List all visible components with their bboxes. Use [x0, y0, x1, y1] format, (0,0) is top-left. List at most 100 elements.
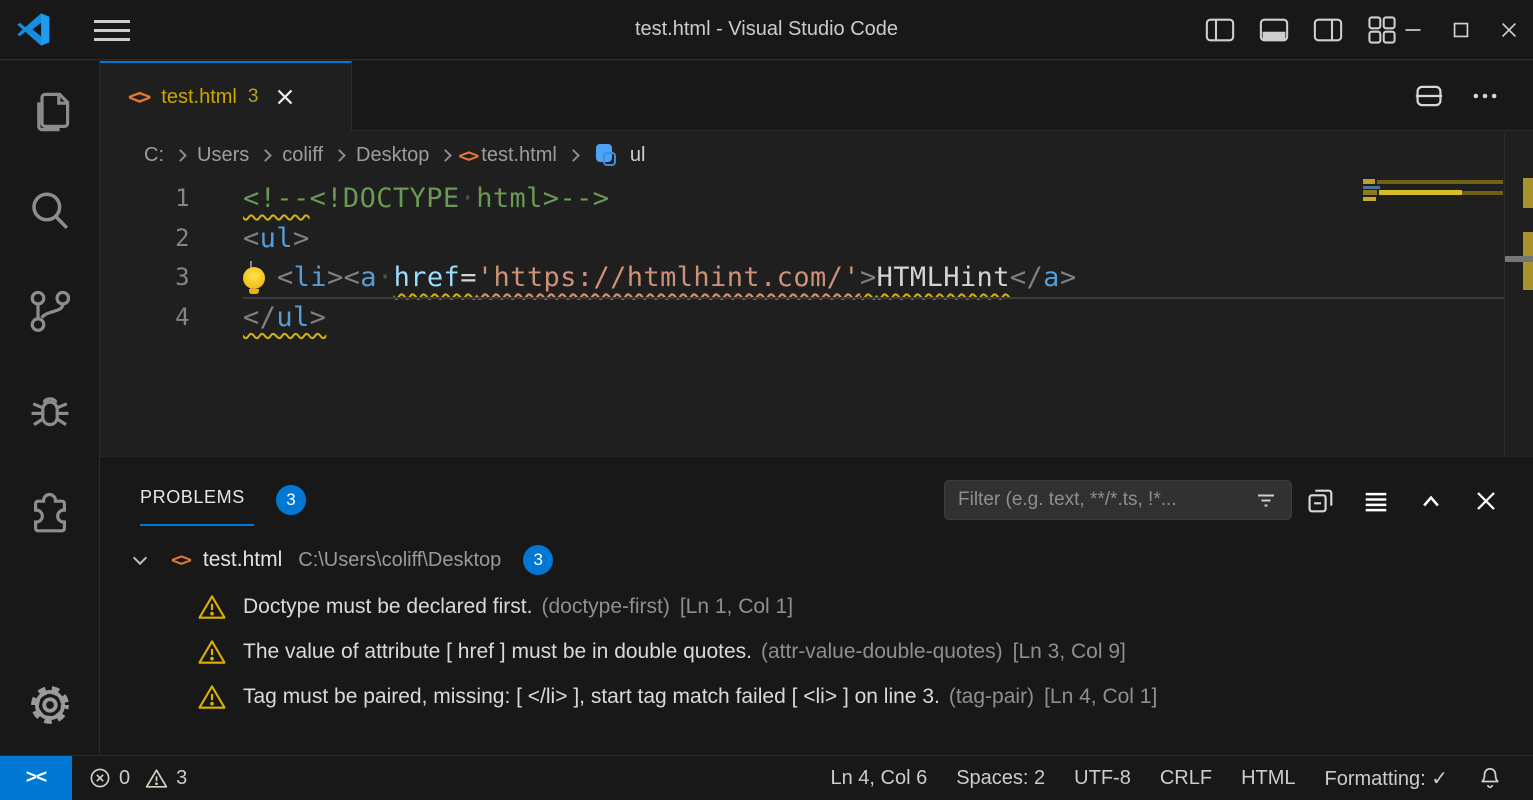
- html-file-icon: <>: [458, 145, 477, 167]
- lightbulb-code-action-icon[interactable]: [243, 267, 265, 289]
- code-line-3: 3 <li><a·href='https://htmlhint.com/'>HT…: [100, 258, 1505, 298]
- problem-row-3[interactable]: Tag must be paired, missing: [ </li> ], …: [100, 674, 1533, 719]
- extensions-icon[interactable]: [26, 486, 74, 534]
- warning-squiggle: </ul>: [243, 302, 326, 333]
- active-tab-underline: [140, 524, 254, 526]
- customize-layout-icon[interactable]: [1366, 14, 1398, 46]
- problem-message: Doctype must be declared first.: [243, 595, 532, 619]
- problem-location: [Ln 3, Col 9]: [1013, 640, 1126, 664]
- line-number: 1: [100, 179, 190, 219]
- error-circle-icon: [88, 766, 112, 790]
- code-token: =: [460, 262, 477, 293]
- code-token: </: [243, 302, 276, 333]
- editor-tab-bar: <> test.html 3: [100, 61, 1533, 131]
- whitespace-dot: ·: [377, 262, 394, 293]
- html-file-icon: <>: [171, 549, 190, 571]
- code-token: a: [1043, 262, 1060, 293]
- search-icon[interactable]: [26, 187, 74, 235]
- code-line-2: 2 <ul>: [100, 219, 1505, 259]
- breadcrumb: C: Users coliff Desktop <> test.html ul: [100, 132, 1533, 179]
- chevron-right-icon: [333, 149, 346, 162]
- maximize-panel-icon[interactable]: [1415, 485, 1447, 517]
- problems-filter: [944, 480, 1292, 520]
- more-actions-icon[interactable]: [1469, 80, 1501, 112]
- file-path: C:\Users\coliff\Desktop: [298, 549, 501, 572]
- run-and-debug-icon[interactable]: [26, 387, 74, 435]
- chevron-right-icon: [567, 149, 580, 162]
- line-number: 2: [100, 219, 190, 259]
- problems-file-row[interactable]: <> test.html C:\Users\coliff\Desktop 3: [100, 539, 1533, 581]
- code-token: >: [293, 223, 310, 254]
- code-token: <: [344, 262, 361, 293]
- warning-triangle-icon: [144, 766, 169, 791]
- code-token: </: [1010, 262, 1043, 293]
- problem-message: The value of attribute [ href ] must be …: [243, 640, 752, 664]
- error-count: 0: [119, 767, 130, 790]
- code-editor[interactable]: 1 <!--<!DOCTYPE·html>--> 2 <ul> 3 <li><a…: [100, 179, 1505, 456]
- code-token: HTMLHint: [877, 262, 1010, 293]
- status-eol[interactable]: CRLF: [1160, 767, 1212, 790]
- line-number: 4: [100, 298, 190, 338]
- breadcrumb-coliff[interactable]: coliff: [282, 144, 323, 167]
- code-token: <!DOCTYPE: [310, 183, 460, 214]
- status-problems[interactable]: 0 3: [88, 756, 187, 800]
- status-indentation[interactable]: Spaces: 2: [956, 767, 1045, 790]
- breadcrumb-file[interactable]: test.html: [481, 144, 557, 167]
- maximize-icon[interactable]: [1445, 14, 1477, 46]
- tab-label: test.html: [161, 86, 237, 109]
- warning-triangle-icon: [197, 682, 227, 712]
- remote-indicator[interactable]: ><: [0, 756, 72, 800]
- status-language-mode[interactable]: HTML: [1241, 767, 1295, 790]
- status-cursor-position[interactable]: Ln 4, Col 6: [830, 767, 927, 790]
- source-control-icon[interactable]: [26, 287, 74, 335]
- chevron-right-icon: [259, 149, 272, 162]
- problem-rule: (doctype-first): [541, 595, 669, 619]
- code-token: li: [294, 262, 327, 293]
- notifications-bell-icon[interactable]: [1477, 765, 1503, 791]
- code-token: href: [394, 262, 461, 293]
- breadcrumb-symbol[interactable]: ul: [630, 144, 646, 167]
- whitespace-dot: ·: [460, 183, 477, 214]
- filter-icon[interactable]: [1252, 486, 1280, 514]
- toggle-secondary-sidebar-icon[interactable]: [1312, 14, 1344, 46]
- breadcrumb-users[interactable]: Users: [197, 144, 249, 167]
- tab-problems[interactable]: PROBLEMS: [140, 487, 245, 508]
- breadcrumb-desktop[interactable]: Desktop: [356, 144, 429, 167]
- settings-gear-icon[interactable]: [26, 681, 74, 729]
- warning-squiggle: href='https://htmlhint.com/'>HTMLHint: [394, 262, 1010, 293]
- minimize-icon[interactable]: [1397, 14, 1429, 46]
- title-bar: test.html - Visual Studio Code: [0, 0, 1533, 60]
- file-problems-badge: 3: [523, 545, 553, 575]
- code-token: >: [327, 262, 344, 293]
- scrollbar-slider[interactable]: [1505, 256, 1533, 262]
- warning-count: 3: [176, 767, 187, 790]
- current-line-border: [243, 297, 1505, 299]
- problem-location: [Ln 4, Col 1]: [1044, 685, 1157, 709]
- line-number: 3: [100, 258, 190, 298]
- close-window-icon[interactable]: [1493, 14, 1525, 46]
- status-formatting[interactable]: Formatting: ✓: [1325, 766, 1448, 791]
- view-as-table-icon[interactable]: [1360, 485, 1392, 517]
- tab-test-html[interactable]: <> test.html 3: [100, 61, 352, 131]
- code-token: a: [360, 262, 377, 293]
- code-token: >: [310, 302, 327, 333]
- breadcrumb-drive[interactable]: C:: [144, 144, 164, 167]
- problem-row-1[interactable]: Doctype must be declared first. (doctype…: [100, 584, 1533, 629]
- tab-close-icon[interactable]: [272, 84, 298, 110]
- collapse-all-icon[interactable]: [1305, 485, 1337, 517]
- code-line-4: 4 </ul>: [100, 298, 1505, 338]
- chevron-down-icon[interactable]: [133, 551, 147, 565]
- code-token: 'https://htmlhint.com/': [477, 262, 860, 293]
- problem-location: [Ln 1, Col 1]: [680, 595, 793, 619]
- filter-input[interactable]: [945, 489, 1252, 511]
- problem-message: Tag must be paired, missing: [ </li> ], …: [243, 685, 940, 709]
- split-editor-icon[interactable]: [1413, 80, 1445, 112]
- problem-row-2[interactable]: The value of attribute [ href ] must be …: [100, 629, 1533, 674]
- close-panel-icon[interactable]: [1470, 485, 1502, 517]
- symbol-element-icon: [596, 144, 620, 168]
- toggle-panel-icon[interactable]: [1258, 14, 1290, 46]
- problem-rule: (attr-value-double-quotes): [761, 640, 1003, 664]
- explorer-icon[interactable]: [26, 88, 74, 136]
- toggle-primary-sidebar-icon[interactable]: [1204, 14, 1236, 46]
- status-encoding[interactable]: UTF-8: [1074, 767, 1131, 790]
